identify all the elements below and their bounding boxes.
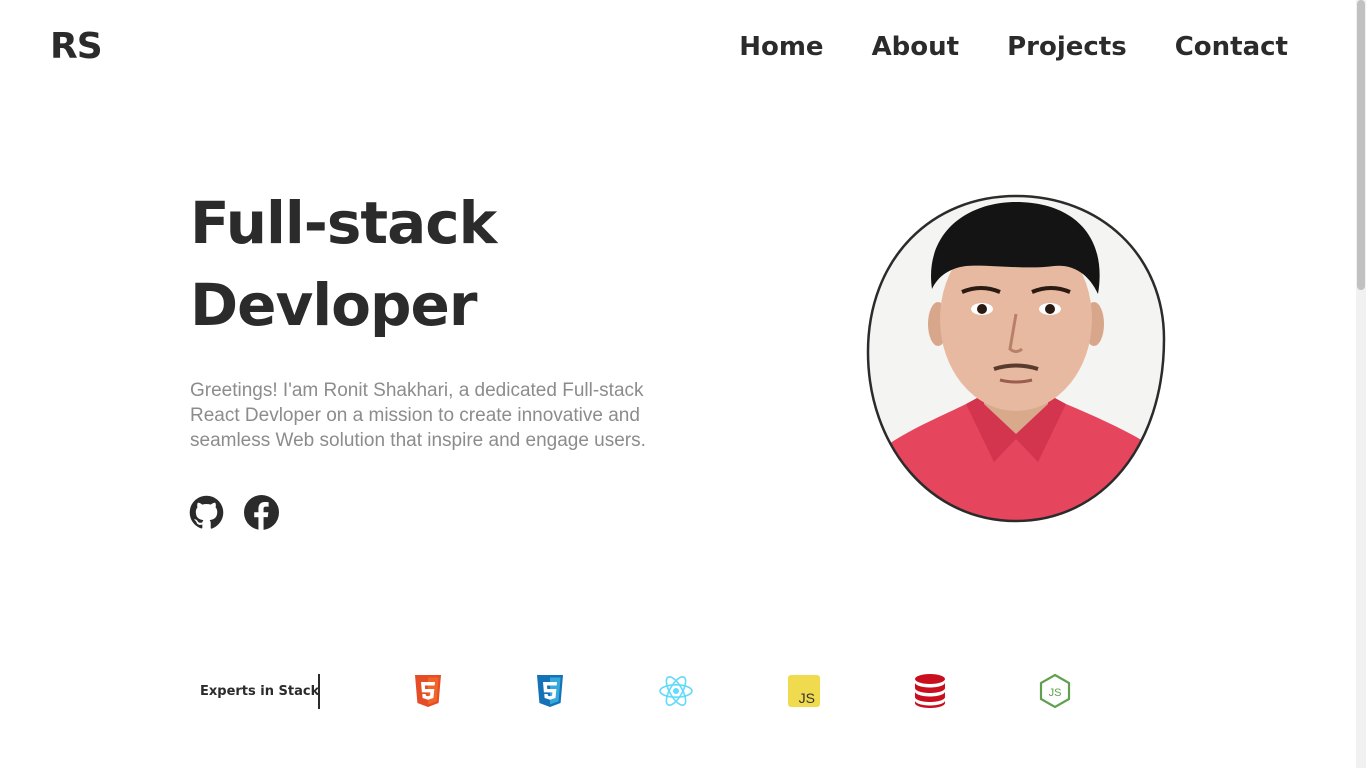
- github-icon[interactable]: [189, 495, 224, 530]
- css3-icon: [537, 675, 563, 707]
- hero-title-line-2: Devloper: [190, 271, 477, 339]
- svg-text:JS: JS: [799, 690, 815, 706]
- database-icon: [915, 674, 945, 708]
- react-icon: [659, 676, 693, 706]
- main-nav: Home About Projects Contact: [739, 32, 1288, 62]
- nodejs-icon: JS: [1039, 673, 1071, 709]
- stack-label: Experts in Stack: [200, 684, 320, 699]
- javascript-icon: JS: [788, 675, 820, 707]
- hero-title-line-1: Full-stack: [190, 189, 497, 257]
- nav-contact[interactable]: Contact: [1175, 32, 1288, 62]
- social-links: [189, 495, 279, 530]
- nav-projects[interactable]: Projects: [1007, 32, 1127, 62]
- svg-text:JS: JS: [1049, 687, 1062, 699]
- nav-home[interactable]: Home: [739, 32, 823, 62]
- html5-icon: [415, 675, 441, 707]
- scrollbar-track[interactable]: [1356, 0, 1366, 768]
- hero-title: Full-stack Devloper: [190, 182, 497, 346]
- logo[interactable]: RS: [50, 26, 103, 67]
- hero-description: Greetings! I'am Ronit Shakhari, a dedica…: [190, 380, 646, 451]
- profile-photo: [866, 194, 1166, 523]
- scrollbar-thumb[interactable]: [1357, 0, 1365, 290]
- nav-about[interactable]: About: [872, 32, 960, 62]
- facebook-icon[interactable]: [244, 495, 279, 530]
- page: RS Home About Projects Contact Full-stac…: [0, 0, 1366, 768]
- stack-divider: [318, 674, 320, 709]
